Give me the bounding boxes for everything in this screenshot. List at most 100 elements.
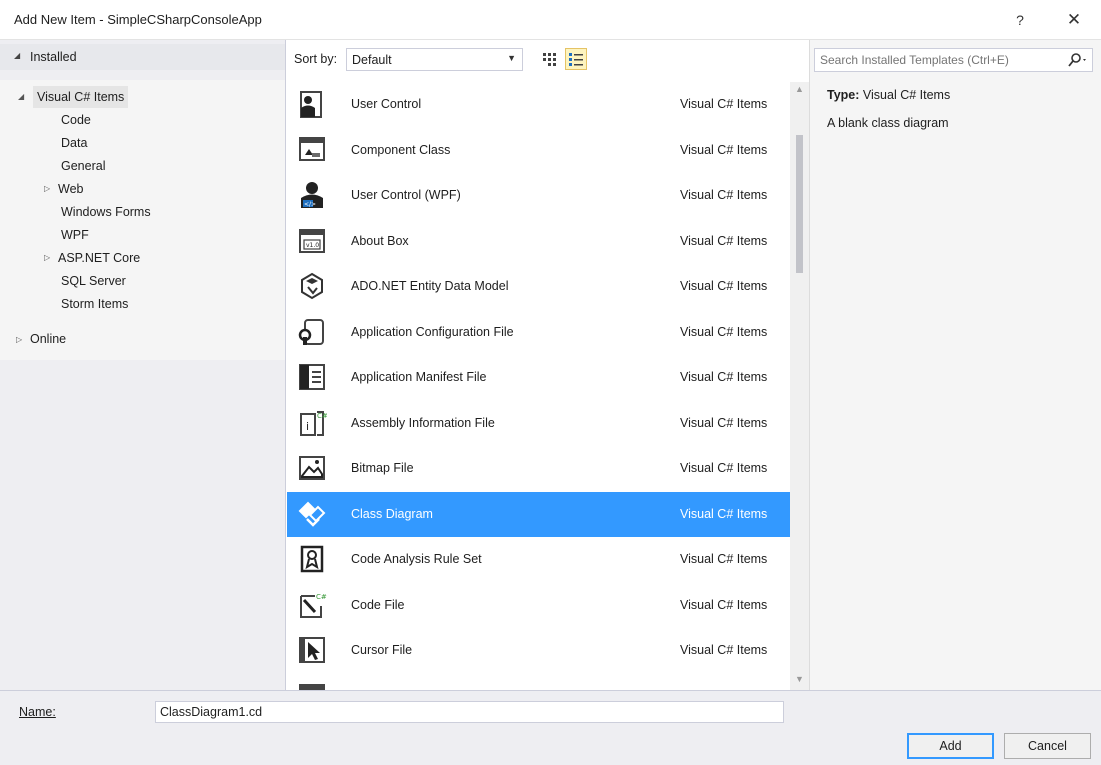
template-name: About Box — [351, 233, 409, 248]
template-row[interactable]: i C# Assembly Information File Visual C# It… — [287, 401, 790, 446]
installed-label: Installed — [30, 50, 77, 64]
collapse-arrow-icon[interactable]: ◢ — [18, 86, 24, 108]
user-control-wpf-icon: </> — [297, 180, 327, 210]
template-name: Application Manifest File — [351, 370, 487, 384]
sort-toolbar: Sort by: Default ▼ — [287, 40, 809, 82]
template-row[interactable]: Cursor File Visual C# Items — [287, 628, 790, 673]
component-class-icon — [297, 135, 327, 165]
tree-node-label: Storm Items — [61, 297, 129, 311]
template-name: Assembly Information File — [351, 415, 495, 430]
template-tree: ◢ Visual C# Items Code Data General ▷ Web Windo… — [0, 80, 285, 360]
name-label: Name: — [19, 705, 56, 719]
template-name: Bitmap File — [351, 461, 414, 475]
small-icons-view-button[interactable] — [538, 48, 560, 70]
template-row[interactable]: Custom ControlVisual C# Items — [287, 674, 790, 690]
type-label: Type: — [827, 88, 860, 102]
svg-text:C#: C# — [316, 593, 327, 601]
expand-arrow-icon[interactable]: ▷ — [44, 247, 50, 269]
template-category: Visual C# Items — [680, 370, 768, 384]
template-name: Class Diagram — [351, 506, 433, 521]
item-description: A blank class diagram — [827, 116, 949, 130]
template-category: Visual C# Items — [680, 233, 768, 248]
chevron-down-icon: ▼ — [507, 53, 516, 63]
template-name: User Control (WPF) — [351, 188, 461, 202]
template-row[interactable]: Component Class Visual C# Items — [287, 128, 790, 173]
tree-node-label: General — [61, 159, 106, 173]
template-category: Visual C# Items — [680, 279, 768, 293]
rule-set-icon — [297, 544, 327, 574]
sort-label: Sort by: — [294, 52, 338, 66]
entity-data-model-icon — [297, 271, 327, 301]
search-input[interactable] — [815, 49, 1057, 71]
tree-node-label: Web — [58, 182, 84, 196]
svg-text:v1.0: v1.0 — [306, 242, 319, 249]
template-category: Visual C# Items — [680, 97, 768, 111]
search-icon[interactable] — [1067, 52, 1089, 71]
code-file-icon: C# — [297, 590, 327, 620]
template-row[interactable]: Application Manifest File Visual C# Items — [287, 355, 790, 400]
manifest-file-icon — [297, 362, 327, 392]
cursor-file-icon — [297, 635, 327, 665]
tree-node-label: Visual C# Items — [33, 86, 129, 108]
template-category: Visual C# Items — [680, 597, 768, 612]
scroll-thumb[interactable] — [796, 135, 803, 273]
template-list: User Control Visual C# Items Component Cla… — [287, 82, 790, 690]
template-row[interactable]: Application Configuration File Visual C# … — [287, 310, 790, 355]
template-row[interactable]: Class Diagram Visual C# Items — [287, 491, 790, 537]
template-row[interactable]: Code Analysis Rule Set Visual C# Items — [287, 537, 790, 582]
small-icons-view-icon — [543, 53, 556, 66]
collapse-arrow-icon: ◢ — [14, 51, 21, 60]
template-row[interactable]: </> User Control (WPF) Visual C# Items — [287, 173, 790, 218]
list-scrollbar[interactable]: ▲ ▼ — [790, 82, 809, 690]
tree-node-label: Code — [61, 113, 91, 127]
custom-control-icon — [297, 681, 327, 690]
assembly-info-icon: i C# — [297, 408, 328, 438]
search-box — [814, 48, 1093, 72]
name-field[interactable] — [155, 701, 784, 723]
bottom-bar: Name: Add Cancel — [0, 690, 1101, 765]
list-view-button[interactable] — [565, 48, 587, 70]
template-name: User Control — [351, 97, 422, 111]
window-title: Add New Item - SimpleCSharpConsoleApp — [14, 12, 262, 27]
svg-text:</>: </> — [304, 201, 316, 208]
template-name: Cursor File — [351, 643, 413, 657]
tree-node-label: Windows Forms — [61, 205, 151, 219]
item-type: Type: Visual C# Items — [827, 88, 950, 102]
expand-arrow-icon[interactable]: ▷ — [44, 178, 50, 200]
left-pane: ◢ Installed ◢ Visual C# Items Code Data Gene… — [0, 40, 286, 690]
scroll-down-icon[interactable]: ▼ — [795, 674, 804, 684]
template-category: Visual C# Items — [680, 142, 768, 157]
svg-text:i: i — [306, 420, 309, 433]
close-button[interactable]: ✕ — [1060, 8, 1088, 32]
tree-node-label: ASP.NET Core — [58, 251, 141, 265]
details-pane: Type: Visual C# Items A blank class diag… — [809, 40, 1101, 690]
template-row[interactable]: User Control Visual C# Items — [287, 82, 790, 127]
template-name: Code File — [351, 597, 405, 612]
about-box-icon: v1.0 — [297, 226, 327, 256]
template-category: Visual C# Items — [680, 324, 768, 339]
template-category: Visual C# Items — [680, 506, 768, 521]
expand-arrow-icon: ▷ — [16, 335, 23, 344]
sort-value: Default — [352, 53, 392, 67]
template-category: Visual C# Items — [680, 552, 768, 566]
template-category: Visual C# Items — [680, 643, 768, 657]
config-file-icon — [297, 317, 327, 347]
template-row[interactable]: C# Code File Visual C# Items — [287, 583, 790, 628]
help-button[interactable]: ? — [1008, 8, 1032, 32]
template-row[interactable]: Bitmap File Visual C# Items — [287, 446, 790, 491]
template-row[interactable]: v1.0 About Box Visual C# Items — [287, 219, 790, 264]
template-category: Visual C# Items — [680, 461, 768, 475]
add-button[interactable]: Add — [907, 733, 994, 759]
template-name: Application Configuration File — [351, 324, 514, 339]
scroll-up-icon[interactable]: ▲ — [795, 84, 804, 94]
installed-header[interactable]: ◢ Installed — [0, 44, 285, 70]
template-name: Code Analysis Rule Set — [351, 552, 482, 566]
sort-dropdown[interactable]: Default ▼ — [346, 48, 523, 71]
template-category: Visual C# Items — [680, 415, 768, 430]
tree-node-label: Data — [61, 136, 88, 150]
user-control-icon — [297, 89, 327, 119]
template-name: ADO.NET Entity Data Model — [351, 279, 509, 293]
template-row[interactable]: ADO.NET Entity Data Model Visual C# Items — [287, 264, 790, 309]
cancel-button[interactable]: Cancel — [1004, 733, 1091, 759]
svg-text:C#: C# — [317, 412, 327, 420]
